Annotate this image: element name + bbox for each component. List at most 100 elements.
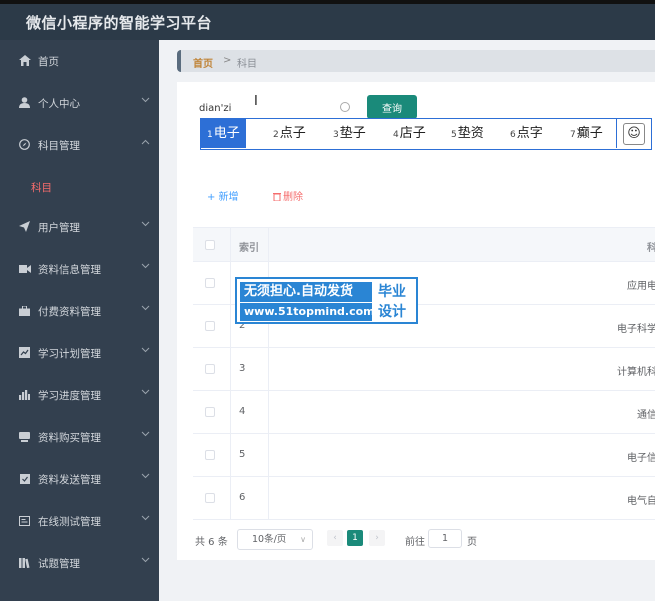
chevron-down-icon <box>141 556 151 566</box>
chevron-down-icon: ∨ <box>300 535 306 544</box>
ime-candidate-number: 7 <box>570 130 576 140</box>
ime-candidate-text: 癫子 <box>576 126 603 141</box>
ime-candidate[interactable]: 6点字 <box>504 119 549 148</box>
row-subject: 通信工 <box>637 410 655 421</box>
chevron-down-icon <box>141 346 151 356</box>
sidebar-item-material-purchase[interactable]: 资料购买管理 <box>0 416 159 458</box>
prev-page-button[interactable]: ‹ <box>327 530 343 546</box>
ime-candidate[interactable]: 7癫子 <box>564 119 609 148</box>
card-icon <box>18 430 31 443</box>
watermark-line2: www.51topmind.com <box>240 303 375 321</box>
row-subject: 应用电子 <box>627 281 655 292</box>
sidebar-item-subject-mgmt[interactable]: 科目管理 <box>0 124 159 166</box>
table-row[interactable]: 3 计算机科学 <box>193 348 655 391</box>
goto-page-input[interactable]: 1 <box>428 529 462 548</box>
row-checkbox[interactable] <box>205 450 215 460</box>
ime-candidate[interactable]: 3垫子 <box>327 119 372 148</box>
sidebar-item-questions[interactable]: 试题管理 <box>0 542 159 584</box>
chevron-up-icon <box>141 138 151 148</box>
sidebar-item-paid-material[interactable]: 付费资料管理 <box>0 290 159 332</box>
screen-icon <box>18 514 31 527</box>
row-checkbox[interactable] <box>205 364 215 374</box>
chevron-down-icon <box>141 220 151 230</box>
row-checkbox[interactable] <box>205 321 215 331</box>
row-checkbox[interactable] <box>205 493 215 503</box>
header-index: 索引 <box>239 243 259 254</box>
sidebar-item-label: 付费资料管理 <box>38 306 101 318</box>
sidebar-item-users[interactable]: 用户管理 <box>0 206 159 248</box>
query-button[interactable]: 查询 <box>367 95 417 119</box>
goto-page-unit: 页 <box>467 537 477 548</box>
ime-candidate[interactable]: 1电子 <box>201 119 246 148</box>
sidebar-item-material-send[interactable]: 资料发送管理 <box>0 458 159 500</box>
video-icon <box>18 262 31 275</box>
page-number-current[interactable]: 1 <box>347 530 363 546</box>
ime-candidate-number: 4 <box>393 130 399 140</box>
ime-candidate-number: 3 <box>333 130 339 140</box>
sidebar-item-label: 资料信息管理 <box>38 264 101 276</box>
next-page-button[interactable]: › <box>369 530 385 546</box>
chevron-down-icon <box>141 430 151 440</box>
chevron-down-icon <box>141 388 151 398</box>
sidebar-item-material-info[interactable]: 资料信息管理 <box>0 248 159 290</box>
sidebar-item-profile[interactable]: 个人中心 <box>0 82 159 124</box>
delete-button[interactable]: 删除 <box>273 188 303 203</box>
sidebar: 首页 个人中心 科目管理 科目 用户管理 资料信息管理 付费资料管理 学习计划管… <box>0 40 159 601</box>
breadcrumb-home[interactable]: 首页 <box>193 55 213 70</box>
sidebar-item-subject[interactable]: 科目 <box>0 166 159 208</box>
sidebar-item-label: 首页 <box>38 56 59 68</box>
ime-candidate-number: 5 <box>451 130 457 140</box>
table-header-row: 索引 科目 <box>193 227 655 262</box>
text-cursor-icon: I <box>254 94 258 109</box>
sidebar-item-label: 资料发送管理 <box>38 474 101 486</box>
app-title: 微信小程序的智能学习平台 <box>26 14 213 32</box>
sidebar-item-home[interactable]: 首页 <box>0 40 159 82</box>
briefcase-icon <box>18 304 31 317</box>
sidebar-item-label: 试题管理 <box>38 558 80 570</box>
search-input[interactable] <box>199 96 359 120</box>
ime-candidate[interactable]: 5垫资 <box>445 119 490 148</box>
column-divider <box>230 434 231 476</box>
watermark-line1: 无须担心.自动发货 <box>240 282 372 302</box>
user-icon <box>18 96 31 109</box>
watermark-right1: 毕业 <box>378 284 406 300</box>
ime-candidate-number: 2 <box>273 130 279 140</box>
column-divider <box>268 434 269 476</box>
breadcrumb: 首页 > 科目 <box>177 50 655 72</box>
sidebar-item-study-plan[interactable]: 学习计划管理 <box>0 332 159 374</box>
row-checkbox[interactable] <box>205 407 215 417</box>
row-checkbox[interactable] <box>205 278 215 288</box>
chevron-down-icon <box>141 514 151 524</box>
column-divider <box>230 305 231 347</box>
sidebar-item-label: 学习进度管理 <box>38 390 101 402</box>
table-row[interactable]: 4 通信工 <box>193 391 655 434</box>
top-bar: 微信小程序的智能学习平台 <box>0 0 655 40</box>
column-divider <box>230 391 231 433</box>
row-subject: 电气自动 <box>627 496 655 507</box>
column-divider <box>268 477 269 519</box>
send-icon <box>18 220 31 233</box>
add-button[interactable]: + 新增 <box>207 188 239 203</box>
sidebar-item-online-test[interactable]: 在线测试管理 <box>0 500 159 542</box>
table-row[interactable]: 6 电气自动 <box>193 477 655 520</box>
sidebar-item-label: 学习计划管理 <box>38 348 101 360</box>
header-subject: 科目 <box>647 243 655 254</box>
select-all-checkbox[interactable] <box>205 240 215 250</box>
goto-label: 前往 <box>405 537 425 548</box>
breadcrumb-current: 科目 <box>237 59 257 70</box>
sidebar-item-label: 用户管理 <box>38 222 80 234</box>
page-size-select[interactable]: 10条/页 ∨ <box>237 529 313 550</box>
ime-candidate[interactable]: 2点子 <box>267 119 312 148</box>
column-divider <box>230 477 231 519</box>
row-subject: 电子科学与 <box>617 324 655 335</box>
column-divider <box>268 348 269 390</box>
ime-candidate-text: 点字 <box>516 126 543 141</box>
sidebar-item-study-progress[interactable]: 学习进度管理 <box>0 374 159 416</box>
library-icon <box>18 556 31 569</box>
search-icon <box>340 102 350 112</box>
ime-candidate-number: 1 <box>207 130 213 140</box>
ime-candidate[interactable]: 4店子 <box>387 119 432 148</box>
ime-candidate-text: 电子 <box>213 126 240 141</box>
table-row[interactable]: 5 电子信息 <box>193 434 655 477</box>
emoji-icon[interactable]: ☺ <box>623 123 645 145</box>
